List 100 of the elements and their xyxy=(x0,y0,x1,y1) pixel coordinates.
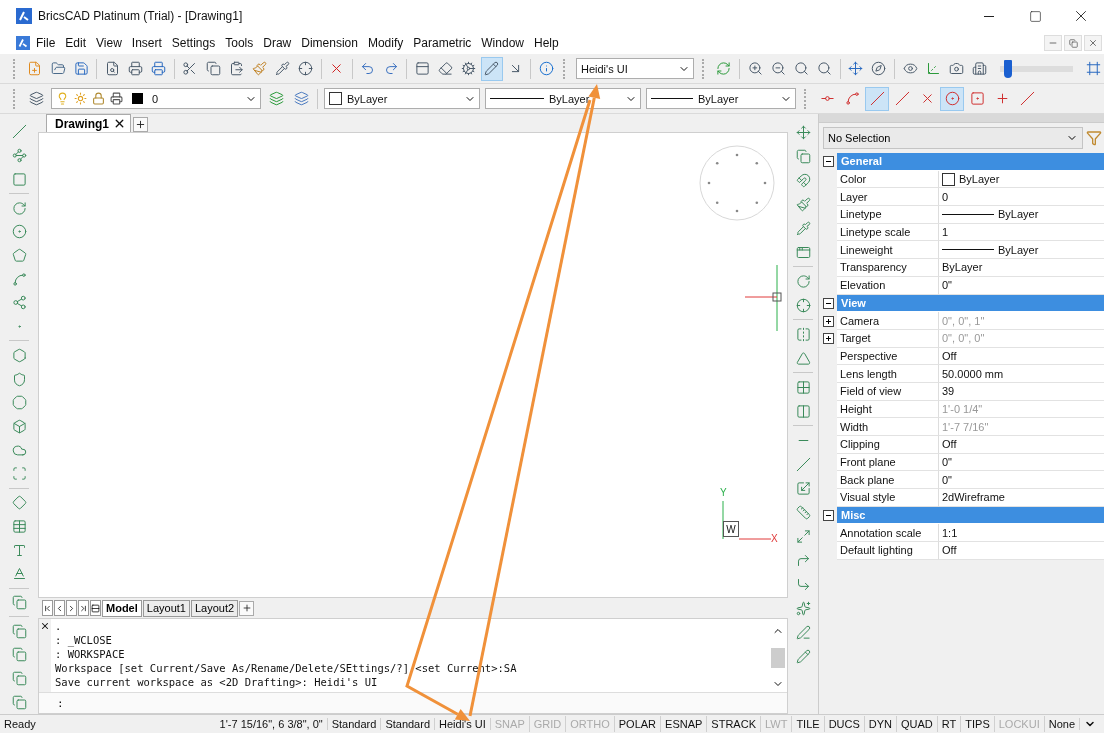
first-tab-button[interactable] xyxy=(42,600,53,616)
restore-button[interactable] xyxy=(1064,35,1082,51)
property-label: Linetype xyxy=(837,206,939,224)
status-toggle[interactable]: ESNAP xyxy=(661,716,708,732)
menu-item[interactable]: Settings xyxy=(167,36,220,50)
restore-icon xyxy=(1068,38,1078,48)
layout-tab[interactable]: Layout1 xyxy=(142,599,190,617)
collapse-icon[interactable] xyxy=(822,510,834,522)
close-icon xyxy=(40,621,50,631)
expand-icon[interactable] xyxy=(822,333,834,345)
next-icon xyxy=(67,603,76,613)
menu-item[interactable]: Parametric xyxy=(409,36,476,50)
window-title: BricsCAD Platinum (Trial) - [Drawing1] xyxy=(38,9,243,23)
collapse-icon[interactable] xyxy=(822,156,834,168)
close-button[interactable] xyxy=(1084,35,1102,51)
property-value[interactable]: 2dWireframe xyxy=(939,489,1104,507)
next-tab-button[interactable] xyxy=(66,600,77,616)
status-toggle[interactable]: DUCS xyxy=(824,716,865,732)
property-label: Lineweight xyxy=(837,241,939,260)
color-dropdown[interactable]: ByLayer xyxy=(324,88,480,109)
property-value[interactable]: ByLayer xyxy=(939,206,1104,224)
tab-list-button[interactable] xyxy=(90,600,101,616)
coordinates-text: 1'-7 15/16", 6 3/8", 0" xyxy=(215,718,328,730)
maximize-icon xyxy=(1028,9,1042,23)
status-toggle[interactable]: RT xyxy=(937,716,962,732)
command-history-line: Save current workspace as <2D Drafting>: Heidi's UI xyxy=(55,675,379,689)
property-label: Clipping xyxy=(837,436,939,454)
property-value[interactable]: 0 xyxy=(939,188,1104,207)
axis-label: X xyxy=(771,533,778,544)
first-icon xyxy=(43,603,52,613)
property-value[interactable]: Off xyxy=(939,542,1104,560)
line-sample xyxy=(942,249,994,251)
menu-item[interactable]: File xyxy=(32,36,60,50)
last-icon xyxy=(79,603,88,613)
plus-icon xyxy=(135,119,146,130)
menu-item[interactable]: Draw xyxy=(259,36,296,50)
printer-icon xyxy=(110,92,123,105)
panel-grip[interactable] xyxy=(819,114,1104,123)
pencil-icon[interactable] xyxy=(480,56,503,81)
status-toggle[interactable]: TIPS xyxy=(961,716,995,732)
command-input[interactable]: : xyxy=(39,692,787,713)
minimize-button[interactable] xyxy=(1044,35,1062,51)
status-toggle[interactable]: TILE xyxy=(792,716,825,732)
crosshair-cursor-drawing xyxy=(745,265,785,331)
property-label: Width xyxy=(837,418,939,436)
property-value[interactable]: Off xyxy=(939,436,1104,454)
filter-icon xyxy=(1086,130,1102,146)
document-tab-label[interactable]: Drawing1 xyxy=(55,116,109,131)
status-toggle[interactable]: QUAD xyxy=(897,716,938,732)
layer-dropdown[interactable]: 0 xyxy=(51,88,261,109)
layout-tab[interactable]: Layout2 xyxy=(190,599,239,617)
expand-icon[interactable] xyxy=(822,315,834,327)
previous-tab-button[interactable] xyxy=(54,600,65,616)
menu-item[interactable]: View xyxy=(92,36,126,50)
status-toggle[interactable]: POLAR xyxy=(614,716,662,732)
world-indicator: W xyxy=(723,521,739,537)
menu-item[interactable]: Dimension xyxy=(297,36,362,50)
menu-item[interactable]: Help xyxy=(530,36,563,50)
last-tab-button[interactable] xyxy=(78,600,89,616)
selection-dropdown[interactable]: No Selection xyxy=(823,127,1083,149)
close-icon xyxy=(1088,38,1098,48)
menu-item[interactable]: Edit xyxy=(61,36,91,50)
target-icon[interactable] xyxy=(940,86,964,111)
command-history-line: : _WCLOSE xyxy=(55,633,113,647)
line-sample xyxy=(651,98,693,99)
property-value[interactable]: ByLayer xyxy=(939,241,1104,260)
property-value[interactable]: 50.0000 mm xyxy=(939,365,1104,383)
menu-item[interactable]: Insert xyxy=(127,36,166,50)
color-swatch xyxy=(132,93,143,104)
property-value[interactable]: 1:1 xyxy=(939,524,1104,543)
property-value[interactable]: 0" xyxy=(939,471,1104,490)
drawing-canvas[interactable]: Y W X xyxy=(38,132,788,598)
slider-thumb[interactable] xyxy=(1004,59,1012,78)
document-tab[interactable]: Drawing1 xyxy=(46,114,131,132)
snap-mode-text: None xyxy=(1044,718,1080,730)
new-tab-button[interactable] xyxy=(133,117,148,132)
status-text: Standard xyxy=(327,718,382,730)
property-label: Visual style xyxy=(837,489,939,507)
axis-label: Y xyxy=(720,487,727,498)
property-label: Back plane xyxy=(837,471,939,490)
minimize-icon xyxy=(984,15,994,17)
scrollbar-thumb[interactable] xyxy=(771,647,785,668)
menu-item[interactable]: Modify xyxy=(363,36,408,50)
app-logo-icon xyxy=(16,8,32,24)
line-sample xyxy=(942,213,994,215)
linetype-dropdown[interactable]: ByLayer xyxy=(485,88,641,109)
status-toggle[interactable]: DYN xyxy=(864,716,898,732)
menu-item[interactable]: Window xyxy=(477,36,528,50)
command-history-line: : WORKSPACE xyxy=(55,647,126,661)
layout-tab[interactable]: Model xyxy=(102,599,142,617)
collapse-icon[interactable] xyxy=(822,297,834,309)
new-layout-button[interactable] xyxy=(239,600,255,616)
lineweight-dropdown[interactable]: ByLayer xyxy=(646,88,796,109)
property-value[interactable]: ByLayer xyxy=(939,259,1104,277)
workspace-dropdown[interactable]: Heidi's UI xyxy=(575,58,695,79)
menu-item[interactable]: Tools xyxy=(221,36,258,50)
document-logo-icon[interactable] xyxy=(16,36,30,50)
line-sample xyxy=(490,98,544,99)
status-toggle[interactable]: STRACK xyxy=(707,716,761,732)
status-text: Ready xyxy=(3,718,36,730)
